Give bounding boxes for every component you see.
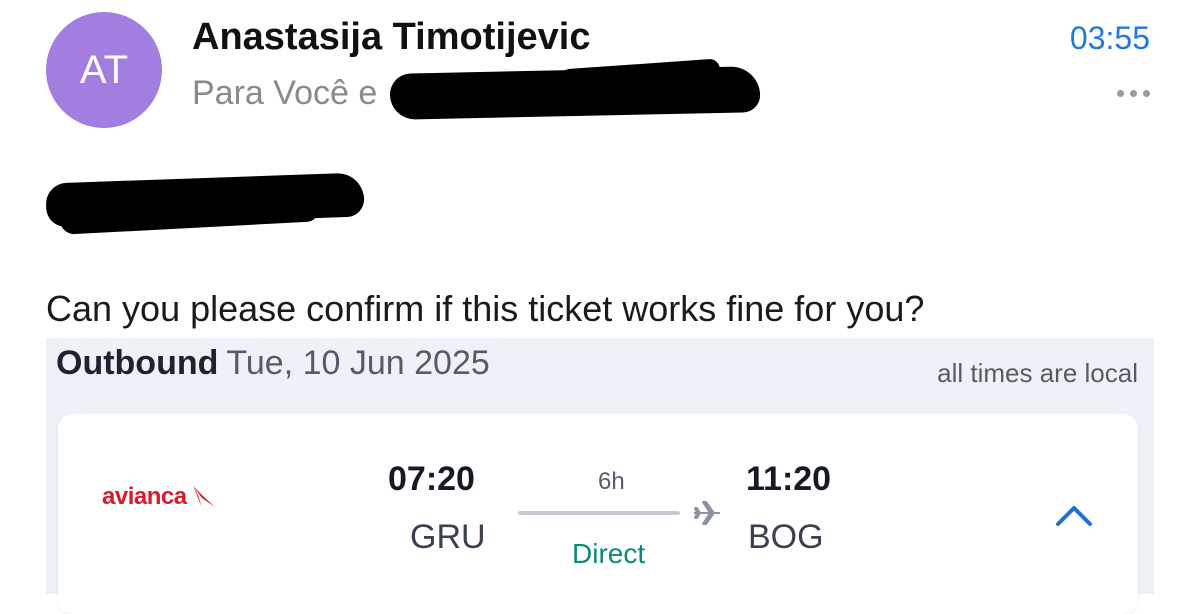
avatar[interactable]: AT xyxy=(46,12,162,128)
airline-logo: avianca xyxy=(102,482,219,512)
airline-name: avianca xyxy=(102,483,187,510)
more-horizontal-icon[interactable] xyxy=(1117,90,1150,97)
chevron-up-icon[interactable] xyxy=(1054,502,1094,528)
message-text: Can you please confirm if this ticket wo… xyxy=(46,288,925,329)
route-line xyxy=(518,511,680,515)
airplane-icon xyxy=(694,501,720,525)
more-dot xyxy=(1143,90,1150,97)
stops-label: Direct xyxy=(572,538,646,569)
timezone-note: all times are local xyxy=(937,358,1138,388)
itinerary-panel: Outbound Tue, 10 Jun 2025 all times are l… xyxy=(46,338,1154,614)
arrival-airport: BOG xyxy=(748,518,824,556)
airline-bird-icon xyxy=(192,486,215,507)
flight-card[interactable]: avianca 07:20 GRU 6h Direct 11:20 BOG xyxy=(58,414,1138,614)
itinerary-title: Outbound Tue, 10 Jun 2025 xyxy=(56,344,490,383)
recipients-line[interactable]: Para Você e xyxy=(192,74,377,113)
sender-name: Anastasija Timotijevic xyxy=(192,16,591,58)
flight-date: Tue, 10 Jun 2025 xyxy=(226,344,490,382)
received-time: 03:55 xyxy=(1069,20,1150,56)
arrival-time: 11:20 xyxy=(746,460,832,498)
flight-duration: 6h xyxy=(598,468,625,495)
direction-label: Outbound xyxy=(56,344,219,382)
more-dot xyxy=(1130,90,1137,97)
departure-airport: GRU xyxy=(410,518,486,556)
departure-time: 07:20 xyxy=(388,460,475,498)
more-dot xyxy=(1117,90,1124,97)
